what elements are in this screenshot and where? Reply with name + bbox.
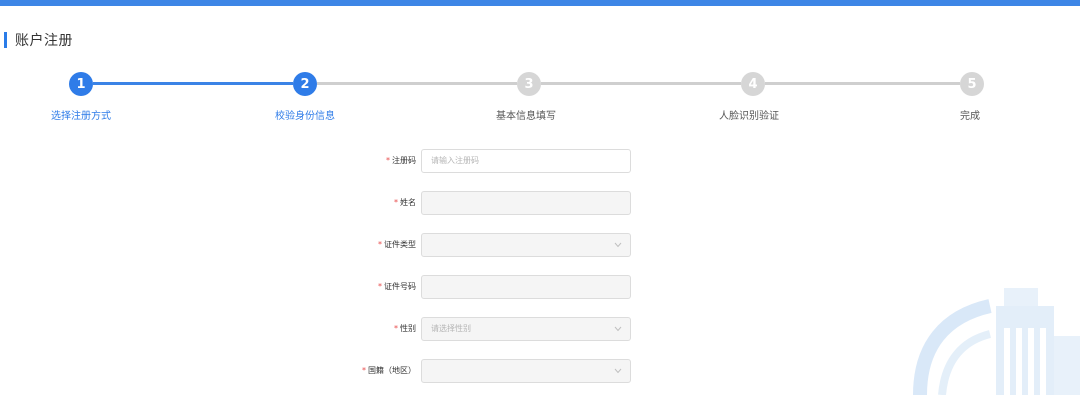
reg-code-input[interactable]: 请输入注册码 [421, 149, 631, 173]
id-type-select[interactable] [421, 233, 631, 257]
reg-code-placeholder: 请输入注册码 [431, 156, 479, 165]
step-3-number: 3 [524, 76, 534, 92]
nationality-label-text: 国籍（地区） [368, 366, 416, 375]
step-5-label: 完成 [960, 111, 980, 122]
required-mark: * [394, 198, 398, 207]
id-number-label: * 证件号码 [378, 275, 416, 299]
chevron-down-icon [614, 326, 622, 332]
step-4-number: 4 [748, 76, 758, 92]
gender-select[interactable]: 请选择性别 [421, 317, 631, 341]
form-row-name: * 姓名 [0, 191, 1080, 215]
required-mark: * [362, 366, 366, 375]
nationality-label: * 国籍（地区） [362, 359, 416, 383]
id-number-label-text: 证件号码 [384, 282, 416, 291]
step-1-number: 1 [76, 76, 86, 92]
nationality-select[interactable] [421, 359, 631, 383]
required-mark: * [378, 282, 382, 291]
name-label: * 姓名 [394, 191, 416, 215]
title-accent-bar [4, 32, 7, 48]
name-input[interactable] [421, 191, 631, 215]
chevron-down-icon [614, 368, 622, 374]
step-3-label: 基本信息填写 [496, 111, 556, 122]
step-connector-1 [93, 82, 293, 85]
step-connector-4 [765, 82, 960, 85]
reg-code-label: * 注册码 [386, 149, 416, 173]
step-3-circle: 3 [517, 72, 541, 96]
step-5-circle: 5 [960, 72, 984, 96]
step-connector-2 [317, 82, 517, 85]
step-5-number: 5 [967, 76, 977, 92]
reg-code-label-text: 注册码 [392, 156, 416, 165]
gender-label: * 性别 [394, 317, 416, 341]
required-mark: * [386, 156, 390, 165]
gender-label-text: 性别 [400, 324, 416, 333]
required-mark: * [378, 240, 382, 249]
step-4-label: 人脸识别验证 [719, 111, 779, 122]
registration-stepper: 1 2 3 4 5 选择注册方式 校验身份信息 基本信息填写 人脸识别验证 完成 [0, 60, 1080, 130]
chevron-down-icon [614, 242, 622, 248]
step-2-number: 2 [300, 76, 310, 92]
step-2-circle: 2 [293, 72, 317, 96]
required-mark: * [394, 324, 398, 333]
step-connector-3 [541, 82, 741, 85]
step-4-circle: 4 [741, 72, 765, 96]
name-label-text: 姓名 [400, 198, 416, 207]
step-2-label: 校验身份信息 [275, 111, 335, 122]
building-logo-icon [913, 288, 1080, 395]
form-row-id-type: * 证件类型 [0, 233, 1080, 257]
page-title: 账户注册 [4, 30, 73, 50]
id-type-label: * 证件类型 [378, 233, 416, 257]
form-row-reg-code: * 注册码 请输入注册码 [0, 149, 1080, 173]
id-number-input[interactable] [421, 275, 631, 299]
page-title-text: 账户注册 [15, 33, 73, 49]
top-accent-bar [0, 0, 1080, 6]
gender-placeholder: 请选择性别 [431, 324, 471, 333]
step-1-circle: 1 [69, 72, 93, 96]
step-1-label: 选择注册方式 [51, 111, 111, 122]
id-type-label-text: 证件类型 [384, 240, 416, 249]
